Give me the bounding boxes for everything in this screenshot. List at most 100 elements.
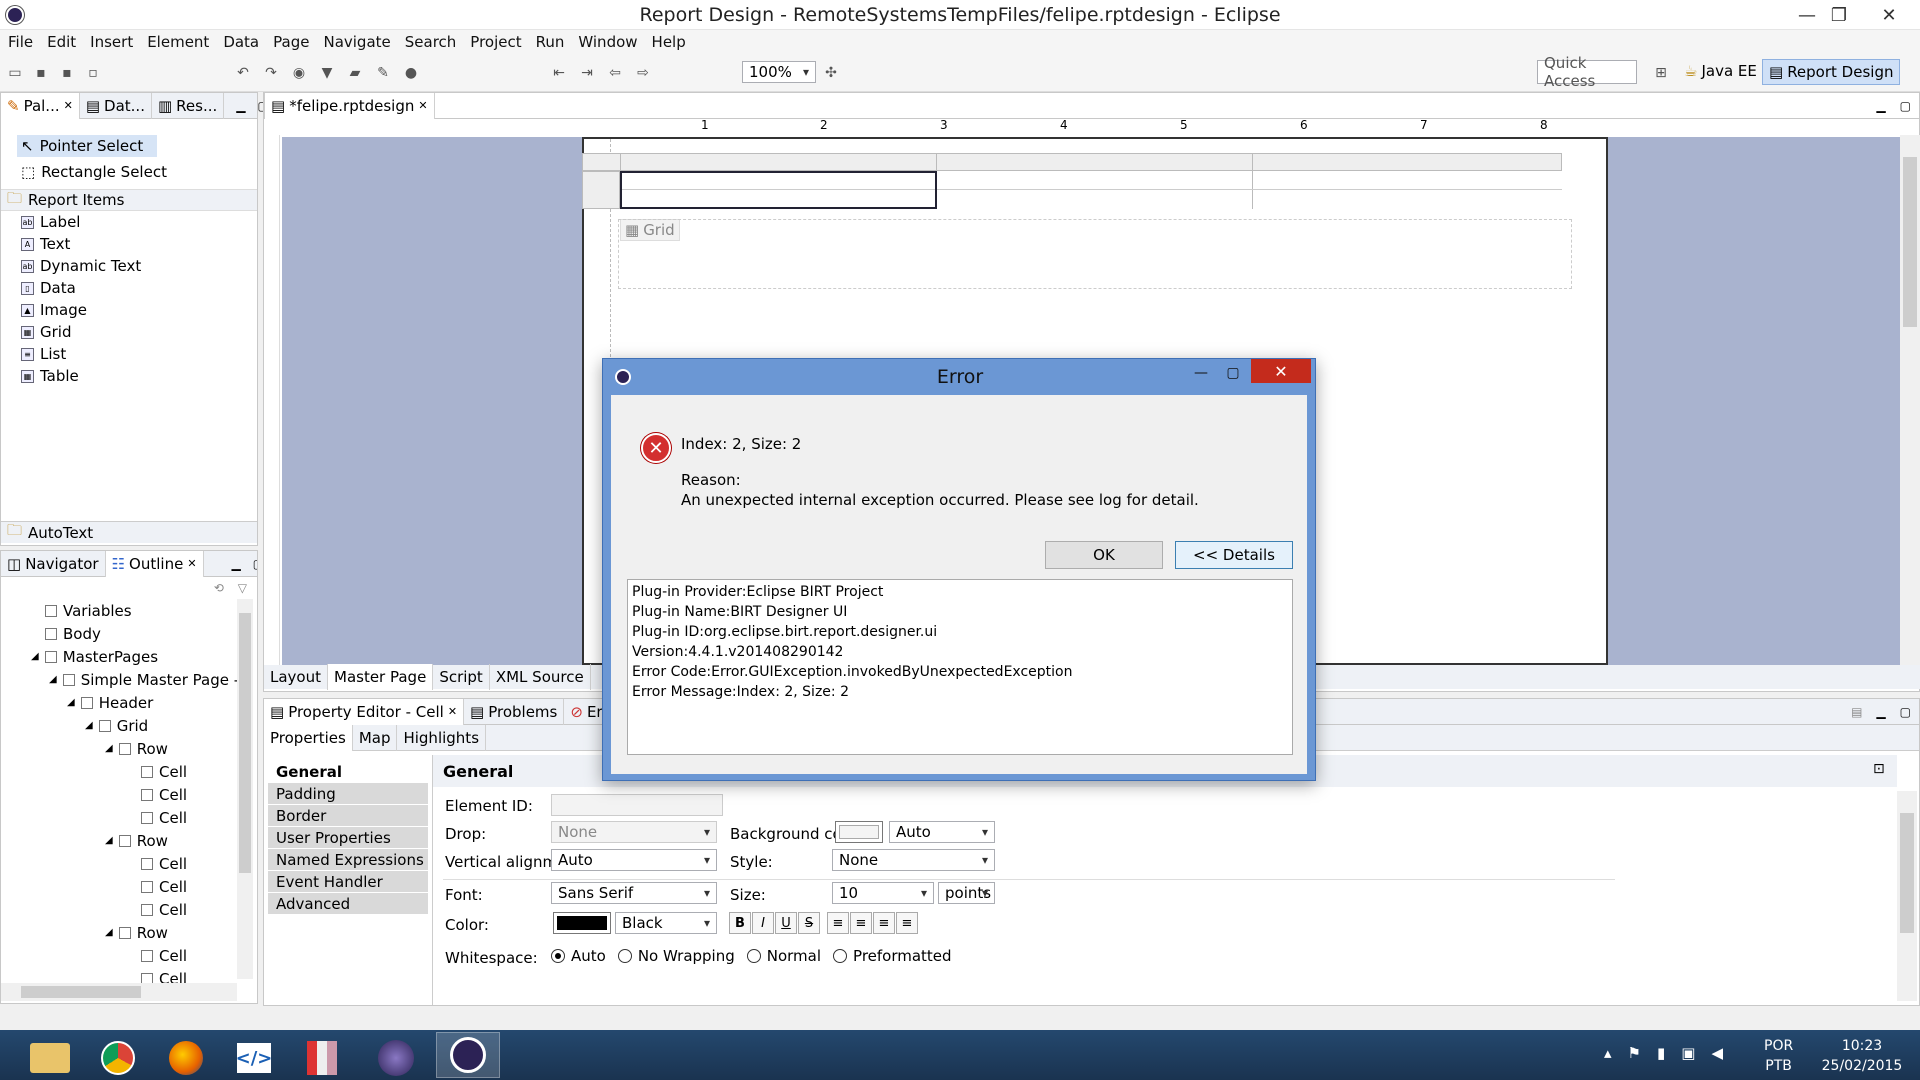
font-select[interactable]: Sans Serif — [551, 882, 717, 904]
menu-edit[interactable]: Edit — [47, 33, 76, 51]
menu-data[interactable]: Data — [223, 33, 259, 51]
clock[interactable]: 10:23 25/02/2015 — [1812, 1036, 1912, 1076]
bold-button[interactable]: B — [729, 912, 751, 934]
undo-icon[interactable]: ↶ — [232, 62, 254, 84]
battery-icon[interactable]: ▮ — [1657, 1044, 1665, 1062]
zoom-fit-icon[interactable]: ✣ — [820, 62, 842, 84]
tab-property-editor[interactable]: ▤ Property Editor - Cell ✕ — [264, 699, 465, 725]
outline-grid[interactable]: ◢ Grid — [1, 714, 257, 737]
show-hidden-icons-icon[interactable]: ▴ — [1604, 1044, 1612, 1062]
dialog-close-button[interactable]: ✕ — [1251, 359, 1311, 383]
tab-xml-source[interactable]: XML Source — [490, 664, 591, 690]
view-menu-icon[interactable]: ▤ — [1851, 705, 1862, 719]
grid-element[interactable] — [582, 153, 1562, 209]
close-tab-icon[interactable]: ✕ — [64, 99, 73, 112]
category-user-properties[interactable]: User Properties — [268, 827, 428, 849]
property-vertical-scrollbar[interactable] — [1897, 791, 1917, 1001]
subtab-highlights[interactable]: Highlights — [397, 724, 487, 751]
font-size-select[interactable]: 10 — [832, 882, 934, 904]
outline-body[interactable]: Body — [1, 622, 257, 645]
tab-resource-explorer[interactable]: ▥ Res... — [152, 92, 225, 119]
tab-navigator[interactable]: ◫ Navigator — [1, 551, 106, 577]
maximize-view-icon[interactable]: ▢ — [1900, 705, 1911, 719]
run-icon[interactable]: ● — [400, 62, 422, 84]
autotext-section[interactable]: 🗀 AutoText — [1, 521, 257, 543]
print-icon[interactable]: ▫ — [82, 62, 104, 84]
palette-item-dynamic-text[interactable]: ab Dynamic Text — [1, 255, 257, 277]
strikethrough-button[interactable]: S — [798, 912, 820, 934]
palette-item-label[interactable]: ab Label — [1, 211, 257, 233]
category-advanced[interactable]: Advanced — [268, 893, 428, 915]
palette-item-grid[interactable]: ▦ Grid — [1, 321, 257, 343]
outline-variables[interactable]: Variables — [1, 599, 257, 622]
chrome-icon[interactable] — [86, 1036, 150, 1080]
subtab-map[interactable]: Map — [353, 724, 398, 751]
minimize-view-icon[interactable]: ▁ — [236, 99, 245, 113]
eclipse-active-taskbar-icon[interactable] — [436, 1032, 500, 1078]
menu-run[interactable]: Run — [536, 33, 565, 51]
underline-button[interactable]: U — [775, 912, 797, 934]
tab-problems[interactable]: ▤ Problems — [464, 699, 565, 725]
palette-item-image[interactable]: ▲ Image — [1, 299, 257, 321]
nav-next-icon[interactable]: ⇥ — [576, 62, 598, 84]
tab-felipe-rptdesign[interactable]: ▤ *felipe.rptdesign ✕ — [264, 92, 435, 119]
outline-horizontal-scrollbar[interactable] — [1, 983, 237, 1001]
maximize-view-icon[interactable]: ▢ — [1900, 99, 1911, 113]
align-left-icon[interactable]: ≡ — [827, 912, 849, 934]
minimize-view-icon[interactable]: ▁ — [1876, 705, 1885, 719]
outline-cell[interactable]: Cell — [1, 760, 257, 783]
scrollbar-thumb[interactable] — [239, 613, 251, 873]
tab-layout[interactable]: Layout — [264, 664, 328, 690]
scrollbar-thumb[interactable] — [1900, 813, 1914, 933]
radio-nowrap-icon[interactable] — [617, 949, 632, 963]
outline-cell[interactable]: Cell — [1, 898, 257, 921]
drop-select[interactable]: None — [551, 821, 717, 843]
element-id-input[interactable] — [551, 794, 723, 816]
tab-master-page[interactable]: Master Page — [328, 664, 434, 690]
open-icon[interactable]: ▼ — [316, 62, 338, 84]
menu-page[interactable]: Page — [273, 33, 309, 51]
outline-row[interactable]: ◢ Row — [1, 829, 257, 852]
align-justify-icon[interactable]: ≡ — [896, 912, 918, 934]
maximize-button[interactable]: ❐ — [1816, 0, 1862, 30]
tab-outline[interactable]: ☷ Outline ✕ — [105, 551, 204, 577]
minimize-view-icon[interactable]: ▁ — [1876, 99, 1885, 113]
scrollbar-thumb[interactable] — [21, 986, 141, 998]
quick-access-input[interactable]: Quick Access — [1537, 54, 1637, 90]
font-color-select[interactable]: Black — [615, 912, 717, 934]
radio-normal-icon[interactable] — [746, 949, 761, 963]
tab-palette[interactable]: ✎ Pal... ✕ — [1, 92, 80, 119]
palette-item-data[interactable]: ▯ Data — [1, 277, 257, 299]
scrollbar-thumb[interactable] — [1903, 157, 1917, 327]
vertical-alignment-select[interactable]: Auto — [551, 849, 717, 871]
menu-project[interactable]: Project — [470, 33, 521, 51]
forward-icon[interactable]: ⇨ — [632, 62, 654, 84]
zoom-select[interactable]: 100% — [742, 61, 816, 83]
palette-item-list[interactable]: ≡ List — [1, 343, 257, 365]
preview-icon[interactable]: ◉ — [288, 62, 310, 84]
dialog-minimize-button[interactable]: — — [1187, 361, 1215, 385]
close-tab-icon[interactable]: ✕ — [187, 557, 196, 570]
firefox-icon[interactable] — [154, 1036, 218, 1080]
file-explorer-icon[interactable] — [18, 1036, 82, 1080]
editor-vertical-scrollbar[interactable] — [1900, 135, 1920, 665]
palette-item-table[interactable]: ▦ Table — [1, 365, 257, 387]
input-language[interactable]: POR PTB — [1764, 1036, 1793, 1076]
category-named-expressions[interactable]: Named Expressions — [268, 849, 428, 871]
report-items-section[interactable]: 🗀 Report Items — [1, 189, 257, 211]
category-padding[interactable]: Padding — [268, 783, 428, 805]
menu-help[interactable]: Help — [652, 33, 686, 51]
pointer-select-tool[interactable]: ↖ Pointer Select — [17, 135, 157, 157]
eclipse-taskbar-icon[interactable] — [364, 1036, 428, 1080]
outline-cell[interactable]: Cell — [1, 852, 257, 875]
perspective-report-design[interactable]: ▤ Report Design — [1762, 59, 1901, 85]
close-tab-icon[interactable]: ✕ — [448, 705, 457, 718]
subtab-properties[interactable]: Properties — [264, 724, 353, 751]
tab-data-explorer[interactable]: ▤ Dat... — [80, 92, 152, 119]
new-icon[interactable]: ▭ — [4, 62, 26, 84]
outline-cell[interactable]: Cell — [1, 875, 257, 898]
menu-window[interactable]: Window — [578, 33, 637, 51]
nav-prev-icon[interactable]: ⇤ — [548, 62, 570, 84]
details-button[interactable]: << Details — [1175, 541, 1293, 569]
menu-insert[interactable]: Insert — [90, 33, 133, 51]
